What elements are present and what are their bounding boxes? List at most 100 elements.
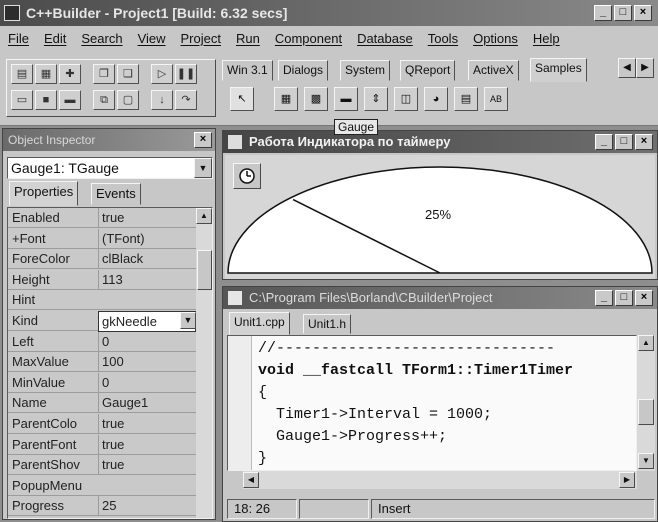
add-file-icon[interactable]: ✚ — [59, 64, 81, 84]
main-title-bar[interactable]: C++Builder - Project1 [Build: 6.32 secs]… — [0, 0, 658, 26]
menu-database[interactable]: Database — [357, 31, 413, 46]
trace-into-icon[interactable]: ↓ — [151, 90, 173, 110]
property-row[interactable]: MinValue 0 — [8, 372, 196, 393]
property-value[interactable]: 100 — [98, 352, 196, 372]
gauge-component-icon[interactable]: ▬ — [334, 87, 358, 111]
property-row[interactable]: Enabled true — [8, 208, 196, 228]
scroll-thumb[interactable] — [197, 250, 212, 290]
select-form-icon[interactable]: ❏ — [117, 64, 139, 84]
spinbutton-component-icon[interactable]: ⇕ — [364, 87, 388, 111]
property-row[interactable]: Progress 25 — [8, 496, 196, 517]
tab-scroll-right-icon[interactable]: ▶ — [636, 58, 654, 78]
colorgrid-component-icon[interactable]: ▩ — [304, 87, 328, 111]
menu-file[interactable]: File — [8, 31, 29, 46]
tab-scroll-left-icon[interactable]: ◀ — [618, 58, 636, 78]
spinedit-component-icon[interactable]: ◫ — [394, 87, 418, 111]
property-row[interactable]: Left 0 — [8, 331, 196, 352]
scroll-thumb[interactable] — [638, 399, 654, 425]
tab-system[interactable]: System — [340, 60, 391, 81]
scroll-down-icon[interactable]: ▼ — [638, 453, 654, 469]
property-value[interactable]: Gauge1 — [98, 393, 196, 413]
maximize-button[interactable]: □ — [615, 134, 633, 150]
property-row[interactable]: +Font (TFont) — [8, 228, 196, 249]
property-value[interactable]: 113 — [98, 269, 196, 289]
menu-edit[interactable]: Edit — [44, 31, 66, 46]
directory-component-icon[interactable]: ▤ — [454, 87, 478, 111]
pause-icon[interactable]: ❚❚ — [175, 64, 197, 84]
close-button[interactable]: × — [635, 134, 653, 150]
tab-unit1-cpp[interactable]: Unit1.cpp — [229, 312, 290, 335]
menu-component[interactable]: Component — [275, 31, 342, 46]
tab-unit1-h[interactable]: Unit1.h — [303, 314, 352, 334]
menu-view[interactable]: View — [138, 31, 166, 46]
property-value[interactable]: clBlack — [98, 249, 196, 269]
code-vertical-scrollbar[interactable]: ▲ ▼ — [637, 335, 655, 471]
inspector-close-button[interactable]: × — [194, 132, 212, 148]
menu-run[interactable]: Run — [236, 31, 260, 46]
property-row[interactable]: MaxValue 100 — [8, 352, 196, 373]
code-horizontal-scrollbar[interactable]: ◀ ▶ — [243, 471, 637, 489]
save-icon[interactable]: ■ — [35, 90, 57, 110]
property-value[interactable]: true — [98, 434, 196, 454]
gauge-form-title-bar[interactable]: Работа Индикатора по таймеру _ □ × — [223, 131, 657, 153]
open-icon[interactable]: ▭ — [11, 90, 33, 110]
property-value[interactable]: true — [98, 414, 196, 433]
tab-samples[interactable]: Samples — [530, 58, 587, 82]
menu-tools[interactable]: Tools — [428, 31, 458, 46]
pie-component-icon[interactable]: ◕ — [424, 87, 448, 111]
minimize-button[interactable]: _ — [595, 290, 613, 306]
property-row[interactable]: Height 113 — [8, 269, 196, 290]
pointer-tool-icon[interactable]: ↖ — [230, 87, 254, 111]
menu-options[interactable]: Options — [473, 31, 518, 46]
calendar-component-icon[interactable]: ▦ — [274, 87, 298, 111]
maximize-button[interactable]: □ — [614, 5, 632, 21]
scroll-up-icon[interactable]: ▲ — [196, 208, 212, 224]
maximize-button[interactable]: □ — [615, 290, 633, 306]
tab-qreport[interactable]: QReport — [400, 60, 456, 81]
minimize-button[interactable]: _ — [594, 5, 612, 21]
minimize-button[interactable]: _ — [595, 134, 613, 150]
toggle-form-unit-icon[interactable]: ⧉ — [93, 90, 115, 110]
property-row[interactable]: ParentColo true — [8, 414, 196, 434]
property-row[interactable]: ParentFont true — [8, 434, 196, 455]
scroll-left-icon[interactable]: ◀ — [243, 472, 259, 488]
close-button[interactable]: × — [635, 290, 653, 306]
menu-project[interactable]: Project — [181, 31, 221, 46]
open-project-icon[interactable]: ▤ — [11, 64, 33, 84]
property-value[interactable]: 0 — [98, 372, 196, 392]
property-row[interactable]: Kind gkNeedle ▼ — [8, 311, 196, 332]
new-form-icon[interactable]: ▢ — [117, 90, 139, 110]
property-row[interactable]: ForeColor clBlack — [8, 249, 196, 270]
inspector-title-bar[interactable]: Object Inspector × — [3, 129, 215, 151]
property-row[interactable]: ParentShov true — [8, 455, 196, 476]
property-value[interactable]: 0 — [98, 331, 196, 351]
property-row[interactable]: PopupMenu — [8, 476, 196, 496]
tab-events[interactable]: Events — [91, 183, 141, 205]
timer-icon[interactable] — [233, 163, 261, 189]
tab-dialogs[interactable]: Dialogs — [278, 60, 329, 81]
text-component-icon[interactable]: AB — [484, 87, 508, 111]
property-row[interactable]: Name Gauge1 — [8, 393, 196, 414]
property-value[interactable]: 25 — [98, 496, 196, 516]
property-value[interactable]: true — [98, 455, 196, 475]
menu-search[interactable]: Search — [81, 31, 122, 46]
scroll-right-icon[interactable]: ▶ — [619, 472, 635, 488]
editor-title-bar[interactable]: C:\Program Files\Borland\CBuilder\Projec… — [223, 287, 657, 309]
step-over-icon[interactable]: ↷ — [175, 90, 197, 110]
property-value[interactable]: (TFont) — [98, 228, 196, 248]
chevron-down-icon[interactable]: ▼ — [180, 312, 196, 329]
save-all-icon[interactable]: ▦ — [35, 64, 57, 84]
close-button[interactable]: × — [634, 5, 652, 21]
tab-win31[interactable]: Win 3.1 — [222, 60, 273, 81]
tab-properties[interactable]: Properties — [9, 181, 79, 206]
select-unit-icon[interactable]: ❐ — [93, 64, 115, 84]
remove-file-icon[interactable]: ▬ — [59, 90, 81, 110]
tab-activex[interactable]: ActiveX — [468, 60, 519, 81]
chevron-down-icon[interactable]: ▼ — [194, 158, 212, 178]
menu-help[interactable]: Help — [533, 31, 560, 46]
property-value[interactable]: true — [98, 208, 196, 227]
code-area[interactable]: //------------------------------- void _… — [227, 335, 637, 471]
property-row[interactable]: Hint — [8, 290, 196, 311]
scroll-up-icon[interactable]: ▲ — [638, 335, 654, 351]
object-selector[interactable]: Gauge1: TGauge ▼ — [7, 157, 213, 179]
